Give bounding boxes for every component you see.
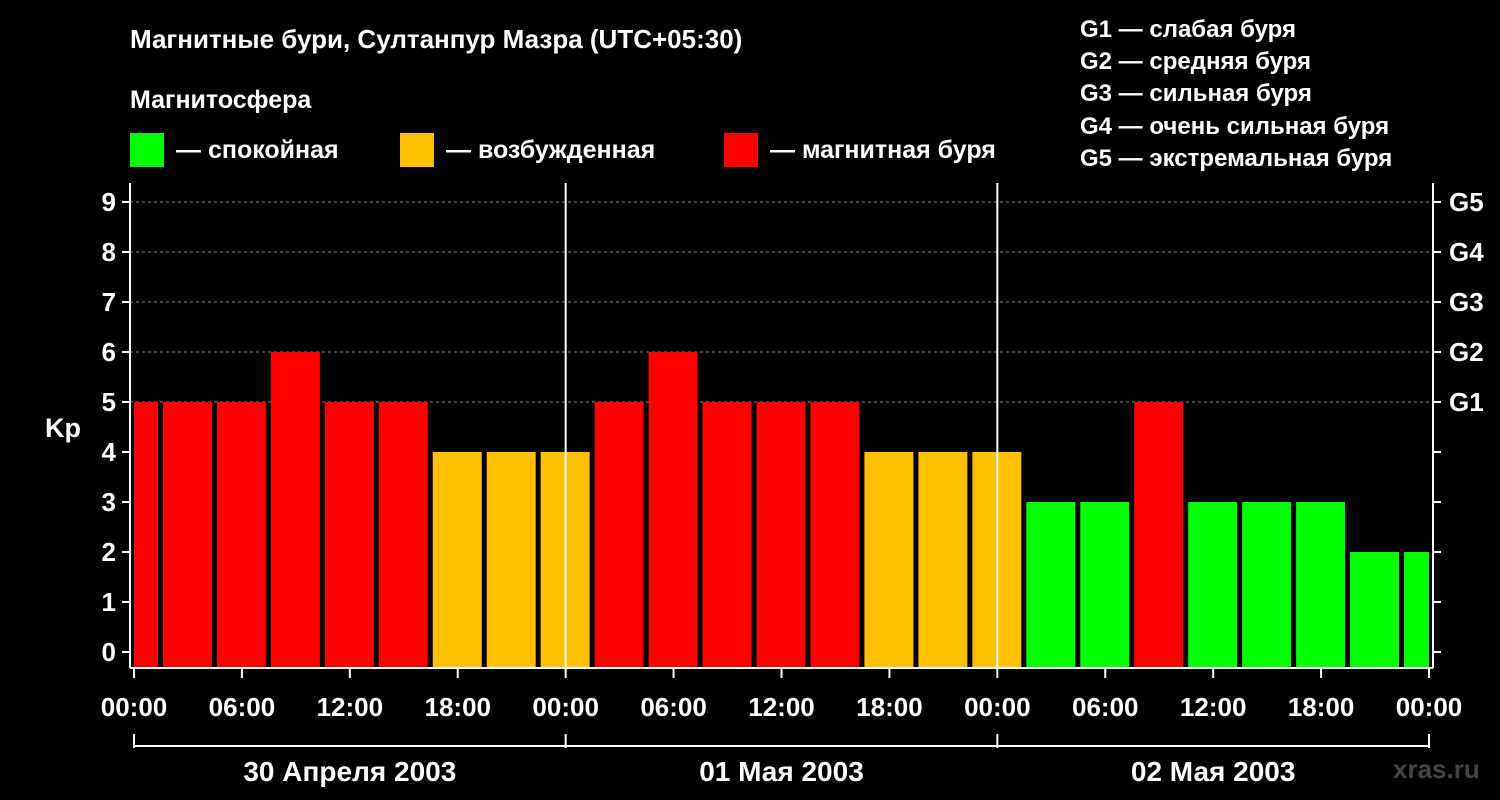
day-label: 30 Апреля 2003: [243, 756, 456, 787]
kp-bar: [1188, 502, 1238, 668]
kp-bar: [648, 352, 698, 668]
kp-bar: [1242, 502, 1292, 668]
kp-bar: [864, 452, 914, 668]
x-tick-label: 18:00: [425, 692, 492, 722]
x-tick-label: 06:00: [640, 692, 707, 722]
kp-bar: [432, 452, 482, 668]
y-axis-label: Kp: [45, 413, 81, 443]
g-level-label: G2: [1449, 337, 1484, 367]
kp-bar: [918, 452, 968, 668]
kp-bar: [810, 402, 860, 668]
x-tick-label: 18:00: [1288, 692, 1355, 722]
y-tick-label: 5: [102, 387, 116, 417]
x-tick-label: 00:00: [1396, 692, 1463, 722]
g-level-label: G4: [1449, 237, 1484, 267]
kp-bar: [134, 402, 158, 668]
y-tick-label: 2: [102, 537, 116, 567]
kp-bar: [324, 402, 374, 668]
y-tick-label: 7: [102, 287, 116, 317]
x-tick-label: 00:00: [532, 692, 599, 722]
y-tick-label: 9: [102, 187, 116, 217]
x-tick-label: 06:00: [1072, 692, 1139, 722]
y-tick-label: 6: [102, 337, 116, 367]
kp-bar: [1350, 552, 1400, 668]
kp-bar: [1080, 502, 1130, 668]
kp-bar: [1296, 502, 1346, 668]
kp-bar: [162, 402, 212, 668]
day-label: 01 Мая 2003: [699, 756, 864, 787]
x-tick-label: 18:00: [856, 692, 923, 722]
x-tick-label: 12:00: [1180, 692, 1247, 722]
watermark: xras.ru: [1393, 754, 1480, 784]
y-tick-label: 0: [102, 637, 116, 667]
x-tick-label: 00:00: [101, 692, 168, 722]
g-level-label: G5: [1449, 187, 1484, 217]
y-tick-label: 8: [102, 237, 116, 267]
x-tick-label: 06:00: [209, 692, 276, 722]
g-level-label: G3: [1449, 287, 1484, 317]
kp-bar: [270, 352, 320, 668]
kp-bar-chart: 0 1 2 3 4 5 6 7 8 9 Kp G1 G2 G3 G4 G5 00:00 06:00 12:00 18:…: [45, 183, 1484, 787]
kp-bar: [756, 402, 806, 668]
kp-bar: [594, 402, 644, 668]
kp-bar: [702, 402, 752, 668]
kp-bar: [1404, 552, 1429, 668]
x-tick-label: 12:00: [748, 692, 815, 722]
kp-bar: [1026, 502, 1076, 668]
kp-bar: [216, 402, 266, 668]
x-tick-label: 12:00: [317, 692, 384, 722]
x-tick-label: 00:00: [964, 692, 1031, 722]
kp-bar: [486, 452, 536, 668]
y-tick-label: 3: [102, 487, 116, 517]
kp-bar: [378, 402, 428, 668]
y-tick-label: 4: [102, 437, 117, 467]
day-label: 02 Мая 2003: [1131, 756, 1296, 787]
g-level-label: G1: [1449, 387, 1484, 417]
kp-bar: [1134, 402, 1184, 668]
y-tick-label: 1: [102, 587, 116, 617]
